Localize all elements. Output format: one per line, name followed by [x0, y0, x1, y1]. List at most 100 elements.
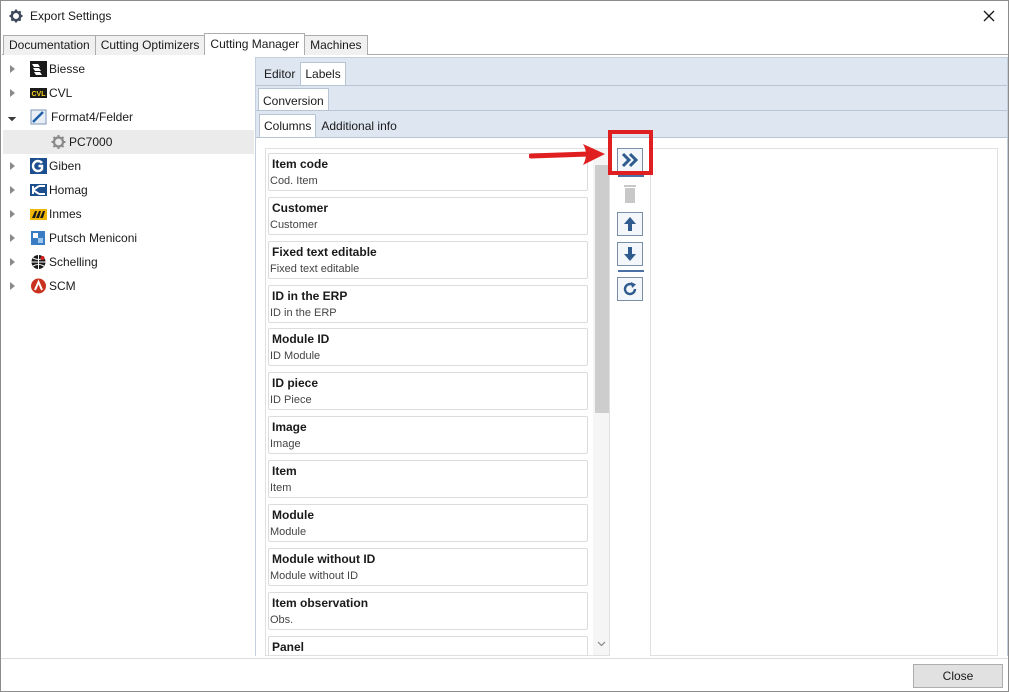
schelling-logo [31, 255, 46, 269]
expand-arrow-icon[interactable] [10, 282, 15, 290]
tree-item-label: Putsch Meniconi [49, 231, 138, 245]
tree-item-label: SCM [49, 279, 76, 293]
list-item[interactable]: ID piece ID Piece [268, 372, 588, 410]
list-item[interactable]: Image Image [268, 416, 588, 454]
column-name: Panel [272, 640, 305, 654]
list-item[interactable]: Item Item [268, 460, 588, 498]
available-columns-list[interactable]: Item code Cod. Item Customer Customer Fi… [265, 148, 610, 656]
column-name: Customer [272, 201, 329, 215]
tree-item-inmes[interactable]: Inmes [3, 202, 254, 226]
list-item[interactable]: Module without ID Module without ID [268, 548, 588, 586]
list-scrollbar[interactable] [593, 149, 609, 655]
expand-arrow-icon[interactable] [10, 234, 15, 242]
tab-columns[interactable]: Columns [259, 114, 317, 138]
cvl-logo: CVL [30, 88, 47, 98]
giben-logo [30, 158, 47, 174]
annotation-arrow-icon [529, 144, 605, 165]
tab-labels[interactable]: Labels [300, 62, 346, 86]
list-item[interactable]: Item observation Obs. [268, 592, 588, 630]
homag-logo [30, 184, 47, 196]
inmes-logo [30, 209, 47, 220]
tree-item-pc7000[interactable]: PC7000 [3, 130, 254, 154]
delete-button[interactable] [617, 182, 643, 206]
close-window-button[interactable] [976, 4, 1002, 28]
footer-bar: Close [1, 658, 1008, 691]
column-description: ID Piece [270, 394, 312, 406]
expand-arrow-icon[interactable] [10, 65, 15, 73]
column-name: Fixed text editable [272, 245, 377, 259]
list-item[interactable]: Fixed text editable Fixed text editable [268, 241, 588, 279]
tree-item-giben[interactable]: Giben [3, 154, 254, 178]
biesse-logo [30, 61, 47, 77]
column-description: Module [270, 526, 307, 538]
refresh-button[interactable] [617, 277, 643, 301]
manager-tree: Biesse CVL CVL Format4/Felder PC7000 Gib… [3, 57, 254, 655]
tree-item-label: CVL [49, 86, 73, 100]
list-item[interactable]: Panel [268, 636, 588, 655]
tree-item-format4-felder[interactable]: Format4/Felder [3, 105, 254, 129]
arrow-up-icon [624, 217, 636, 231]
close-button[interactable]: Close [913, 664, 1003, 688]
arrow-down-icon [624, 247, 636, 261]
expand-arrow-icon[interactable] [10, 162, 15, 170]
toolbar-separator [618, 175, 644, 177]
tree-item-label: Homag [49, 183, 88, 197]
column-name: Module without ID [272, 552, 376, 566]
tree-item-biesse[interactable]: Biesse [3, 57, 254, 81]
tab-machines[interactable]: Machines [304, 35, 368, 55]
export-settings-window: Export Settings Documentation Cutting Op… [0, 0, 1009, 692]
trash-icon [624, 185, 636, 203]
putsch-logo [31, 231, 45, 245]
selected-columns-list[interactable] [650, 148, 998, 656]
tab-cutting-manager[interactable]: Cutting Manager [204, 33, 306, 55]
move-up-button[interactable] [617, 212, 643, 236]
expand-arrow-icon[interactable] [10, 89, 15, 97]
column-description: Obs. [270, 614, 294, 626]
window-title: Export Settings [30, 9, 112, 23]
refresh-icon [623, 282, 637, 296]
tree-item-homag[interactable]: Homag [3, 178, 254, 202]
tree-item-label: Inmes [49, 207, 82, 221]
list-item[interactable]: Module Module [268, 504, 588, 542]
column-description: Cod. Item [270, 175, 318, 187]
tab-documentation[interactable]: Documentation [3, 35, 96, 55]
column-description: ID in the ERP [270, 307, 337, 319]
scrollbar-thumb[interactable] [595, 165, 609, 413]
scm-logo [31, 278, 46, 294]
gear-icon [9, 9, 23, 23]
tree-item-schelling[interactable]: Schelling [3, 250, 254, 274]
tab-editor[interactable]: Editor [259, 62, 300, 83]
column-name: Item [272, 464, 297, 478]
column-name: Module [272, 508, 314, 522]
format4-logo [30, 109, 47, 125]
tree-item-putsch-meniconi[interactable]: Putsch Meniconi [3, 226, 254, 250]
column-name: ID piece [272, 376, 319, 390]
tree-item-cvl[interactable]: CVL CVL [3, 81, 254, 105]
column-description: Customer [270, 219, 318, 231]
expand-arrow-icon[interactable] [10, 186, 15, 194]
highlight-box [608, 130, 653, 175]
conversion-panel: Columns Additional info Item code Cod. I… [256, 110, 1007, 657]
list-item[interactable]: ID in the ERP ID in the ERP [268, 285, 588, 323]
expand-arrow-icon[interactable] [10, 258, 15, 266]
columns-content: Item code Cod. Item Customer Customer Fi… [256, 137, 1007, 657]
column-name: Image [272, 420, 307, 434]
main-tabs: Documentation Cutting Optimizers Cutting… [3, 33, 368, 55]
editor-tabs: Editor Labels [259, 62, 346, 86]
column-name: Item code [272, 157, 329, 171]
list-item[interactable]: Customer Customer [268, 197, 588, 235]
move-down-button[interactable] [617, 242, 643, 266]
svg-text:CVL: CVL [32, 91, 47, 98]
chevron-down-icon[interactable] [597, 639, 606, 648]
column-name: Module ID [272, 332, 330, 346]
tree-item-label: PC7000 [69, 135, 113, 149]
tab-cutting-optimizers[interactable]: Cutting Optimizers [94, 35, 206, 55]
column-description: Item [270, 482, 292, 494]
list-item[interactable]: Module ID ID Module [268, 328, 588, 366]
expand-arrow-icon[interactable] [10, 210, 15, 218]
column-description: Fixed text editable [270, 263, 360, 275]
tree-item-scm[interactable]: SCM [3, 274, 254, 298]
tab-conversion[interactable]: Conversion [258, 88, 329, 111]
collapse-arrow-icon[interactable] [7, 112, 17, 122]
tab-additional-info[interactable]: Additional info [316, 114, 401, 136]
